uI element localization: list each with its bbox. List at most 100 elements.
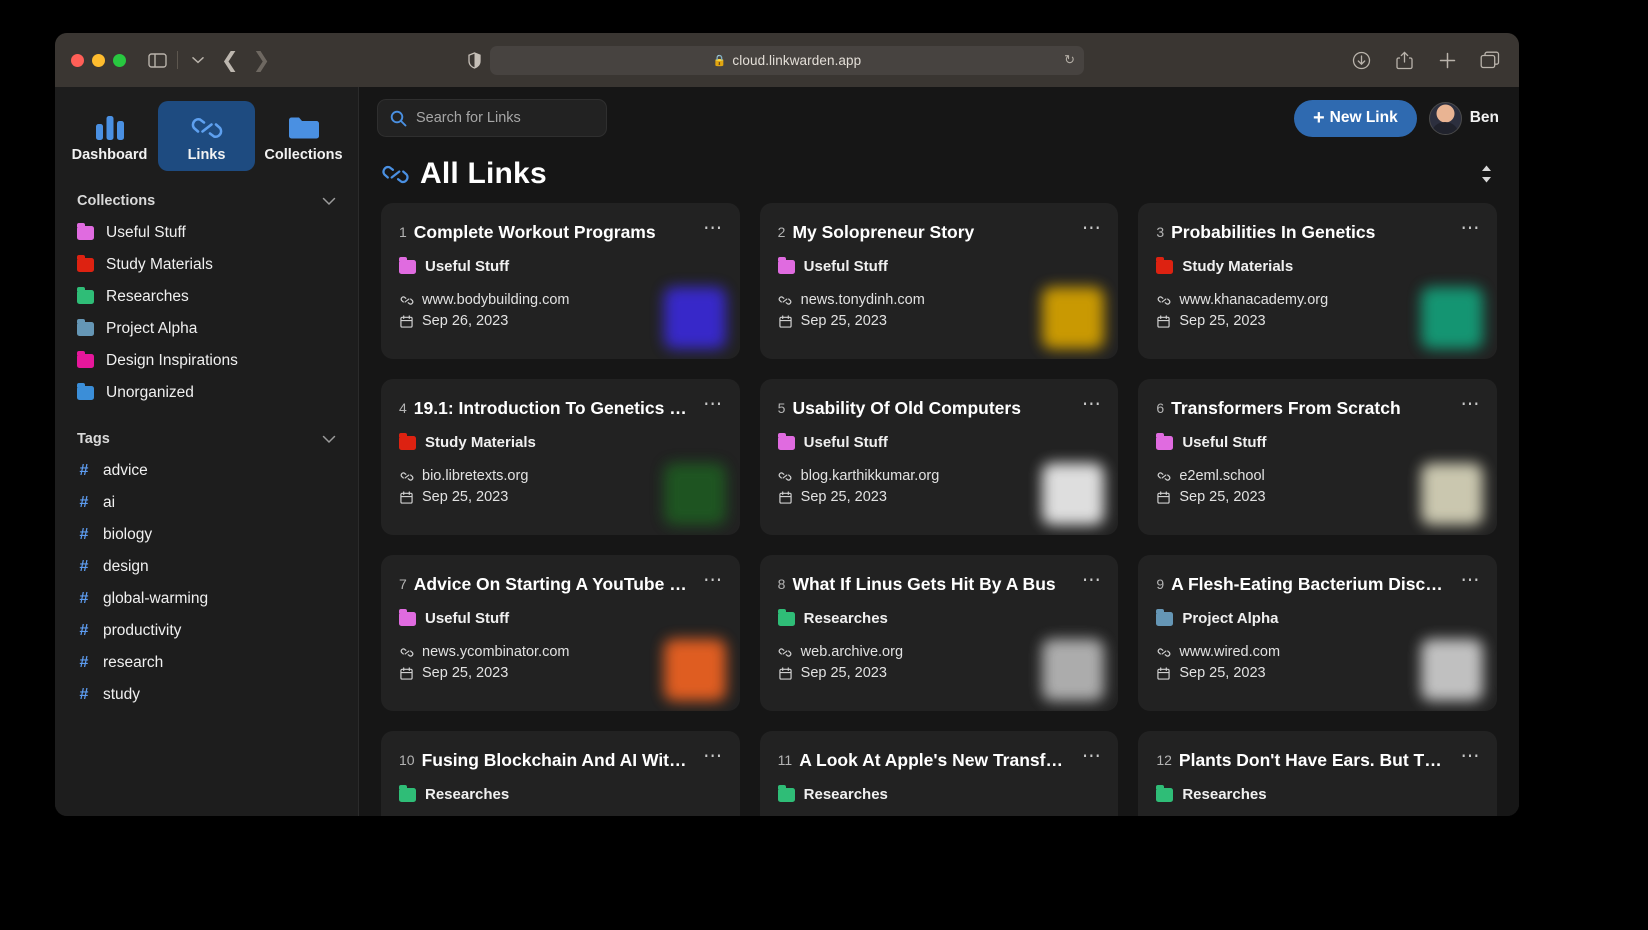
folder-icon bbox=[399, 612, 416, 626]
page-title-bar: All Links bbox=[359, 149, 1519, 203]
hash-icon: # bbox=[77, 654, 91, 672]
collection-label: Useful Stuff bbox=[106, 224, 186, 242]
link-collection-label: Useful Stuff bbox=[425, 610, 509, 627]
tag-item[interactable]: #biology bbox=[55, 519, 358, 551]
maximize-window-button[interactable] bbox=[113, 54, 126, 67]
link-menu-icon[interactable]: ⋯ bbox=[703, 397, 724, 413]
sidebar-item-links[interactable]: Links bbox=[158, 101, 255, 171]
calendar-icon bbox=[399, 667, 414, 680]
link-collection[interactable]: Study Materials bbox=[1156, 258, 1481, 275]
tag-label: research bbox=[103, 654, 163, 672]
sidebar-item-dashboard[interactable]: Dashboard bbox=[61, 101, 158, 171]
link-card[interactable]: 8 What If Linus Gets Hit By A Bus ⋯ Rese… bbox=[760, 555, 1119, 711]
download-icon[interactable] bbox=[1348, 47, 1374, 73]
sort-updown-icon[interactable] bbox=[1478, 164, 1495, 184]
link-collection[interactable]: Useful Stuff bbox=[399, 610, 724, 627]
link-index: 11 bbox=[778, 749, 793, 771]
chevron-down-icon[interactable] bbox=[322, 435, 336, 444]
link-menu-icon[interactable]: ⋯ bbox=[1460, 749, 1481, 765]
tag-item[interactable]: #global-warming bbox=[55, 583, 358, 615]
collection-item[interactable]: Researches bbox=[55, 281, 358, 313]
link-index: 1 bbox=[399, 221, 407, 243]
close-window-button[interactable] bbox=[71, 54, 84, 67]
back-chevron-icon[interactable]: ❮ bbox=[221, 50, 239, 71]
tag-item[interactable]: #productivity bbox=[55, 615, 358, 647]
privacy-shield-icon[interactable] bbox=[461, 47, 487, 73]
collection-item[interactable]: Useful Stuff bbox=[55, 217, 358, 249]
collections-section-header[interactable]: Collections bbox=[55, 193, 358, 209]
toolbar-divider bbox=[177, 51, 178, 69]
link-collection[interactable]: Researches bbox=[1156, 786, 1481, 803]
link-card[interactable]: 3 Probabilities In Genetics ⋯ Study Mate… bbox=[1138, 203, 1497, 359]
link-menu-icon[interactable]: ⋯ bbox=[1460, 573, 1481, 589]
user-menu[interactable]: Ben bbox=[1429, 102, 1499, 135]
sidebar: Dashboard Links bbox=[55, 87, 359, 816]
link-collection[interactable]: Useful Stuff bbox=[778, 258, 1103, 275]
share-icon[interactable] bbox=[1391, 47, 1417, 73]
link-menu-icon[interactable]: ⋯ bbox=[703, 573, 724, 589]
link-card[interactable]: 5 Usability Of Old Computers ⋯ Useful St… bbox=[760, 379, 1119, 535]
link-url: www.bodybuilding.com bbox=[422, 292, 570, 308]
link-card[interactable]: 6 Transformers From Scratch ⋯ Useful Stu… bbox=[1138, 379, 1497, 535]
new-tab-plus-icon[interactable] bbox=[1434, 47, 1460, 73]
link-title: Fusing Blockchain And AI With Me… bbox=[422, 749, 691, 771]
folder-icon bbox=[399, 788, 416, 802]
collection-item[interactable]: Project Alpha bbox=[55, 313, 358, 345]
link-menu-icon[interactable]: ⋯ bbox=[1460, 221, 1481, 237]
folder-icon bbox=[778, 436, 795, 450]
sidebar-item-collections[interactable]: Collections bbox=[255, 101, 352, 171]
forward-chevron-icon[interactable]: ❯ bbox=[253, 50, 271, 71]
link-collection[interactable]: Useful Stuff bbox=[1156, 434, 1481, 451]
link-card[interactable]: 10 Fusing Blockchain And AI With Me… ⋯ R… bbox=[381, 731, 740, 816]
chevron-down-icon[interactable] bbox=[185, 47, 211, 73]
link-menu-icon[interactable]: ⋯ bbox=[1082, 749, 1103, 765]
link-menu-icon[interactable]: ⋯ bbox=[1460, 397, 1481, 413]
link-collection[interactable]: Project Alpha bbox=[1156, 610, 1481, 627]
collection-item[interactable]: Study Materials bbox=[55, 249, 358, 281]
link-menu-icon[interactable]: ⋯ bbox=[703, 749, 724, 765]
link-collection[interactable]: Study Materials bbox=[399, 434, 724, 451]
link-card[interactable]: 11 A Look At Apple's New Transform… ⋯ Re… bbox=[760, 731, 1119, 816]
link-collection[interactable]: Researches bbox=[778, 610, 1103, 627]
link-icon bbox=[399, 647, 414, 658]
link-menu-icon[interactable]: ⋯ bbox=[1082, 397, 1103, 413]
reload-icon[interactable]: ↻ bbox=[1064, 52, 1075, 68]
hash-icon: # bbox=[77, 494, 91, 512]
link-collection[interactable]: Useful Stuff bbox=[399, 258, 724, 275]
tags-section-header[interactable]: Tags bbox=[55, 431, 358, 447]
calendar-icon bbox=[1156, 315, 1171, 328]
tag-item[interactable]: #advice bbox=[55, 455, 358, 487]
address-bar[interactable]: 🔒 cloud.linkwarden.app ↻ bbox=[490, 46, 1084, 75]
link-card[interactable]: 4 19.1: Introduction To Genetics - Bio… … bbox=[381, 379, 740, 535]
link-card[interactable]: 1 Complete Workout Programs ⋯ Useful Stu… bbox=[381, 203, 740, 359]
collection-item[interactable]: Design Inspirations bbox=[55, 345, 358, 377]
search-input[interactable]: Search for Links bbox=[377, 99, 607, 137]
link-collection[interactable]: Researches bbox=[778, 786, 1103, 803]
link-title: 19.1: Introduction To Genetics - Bio… bbox=[414, 397, 690, 419]
link-card[interactable]: 2 My Solopreneur Story ⋯ Useful Stuff ne… bbox=[760, 203, 1119, 359]
sidebar-toggle-icon[interactable] bbox=[144, 47, 170, 73]
new-link-button[interactable]: + New Link bbox=[1294, 100, 1417, 137]
link-card[interactable]: 12 Plants Don't Have Ears. But They … ⋯ … bbox=[1138, 731, 1497, 816]
tag-item[interactable]: # research bbox=[55, 647, 358, 679]
collection-label: Researches bbox=[106, 288, 189, 306]
link-title: A Flesh-Eating Bacterium Discover… bbox=[1171, 573, 1447, 595]
link-menu-icon[interactable]: ⋯ bbox=[1082, 221, 1103, 237]
collections-list: Useful Stuff Study Materials Researches … bbox=[55, 217, 358, 409]
user-name: Ben bbox=[1470, 109, 1499, 127]
collection-item[interactable]: Unorganized bbox=[55, 377, 358, 409]
calendar-icon bbox=[1156, 667, 1171, 680]
tag-item[interactable]: #study bbox=[55, 679, 358, 711]
link-card[interactable]: 7 Advice On Starting A YouTube Cha… ⋯ Us… bbox=[381, 555, 740, 711]
link-collection[interactable]: Useful Stuff bbox=[778, 434, 1103, 451]
minimize-window-button[interactable] bbox=[92, 54, 105, 67]
tag-label: biology bbox=[103, 526, 152, 544]
link-card[interactable]: 9 A Flesh-Eating Bacterium Discover… ⋯ P… bbox=[1138, 555, 1497, 711]
tab-overview-icon[interactable] bbox=[1477, 47, 1503, 73]
link-menu-icon[interactable]: ⋯ bbox=[1082, 573, 1103, 589]
tag-item[interactable]: #ai bbox=[55, 487, 358, 519]
chevron-down-icon[interactable] bbox=[322, 197, 336, 206]
link-menu-icon[interactable]: ⋯ bbox=[703, 221, 724, 237]
tag-item[interactable]: #design bbox=[55, 551, 358, 583]
link-collection[interactable]: Researches bbox=[399, 786, 724, 803]
